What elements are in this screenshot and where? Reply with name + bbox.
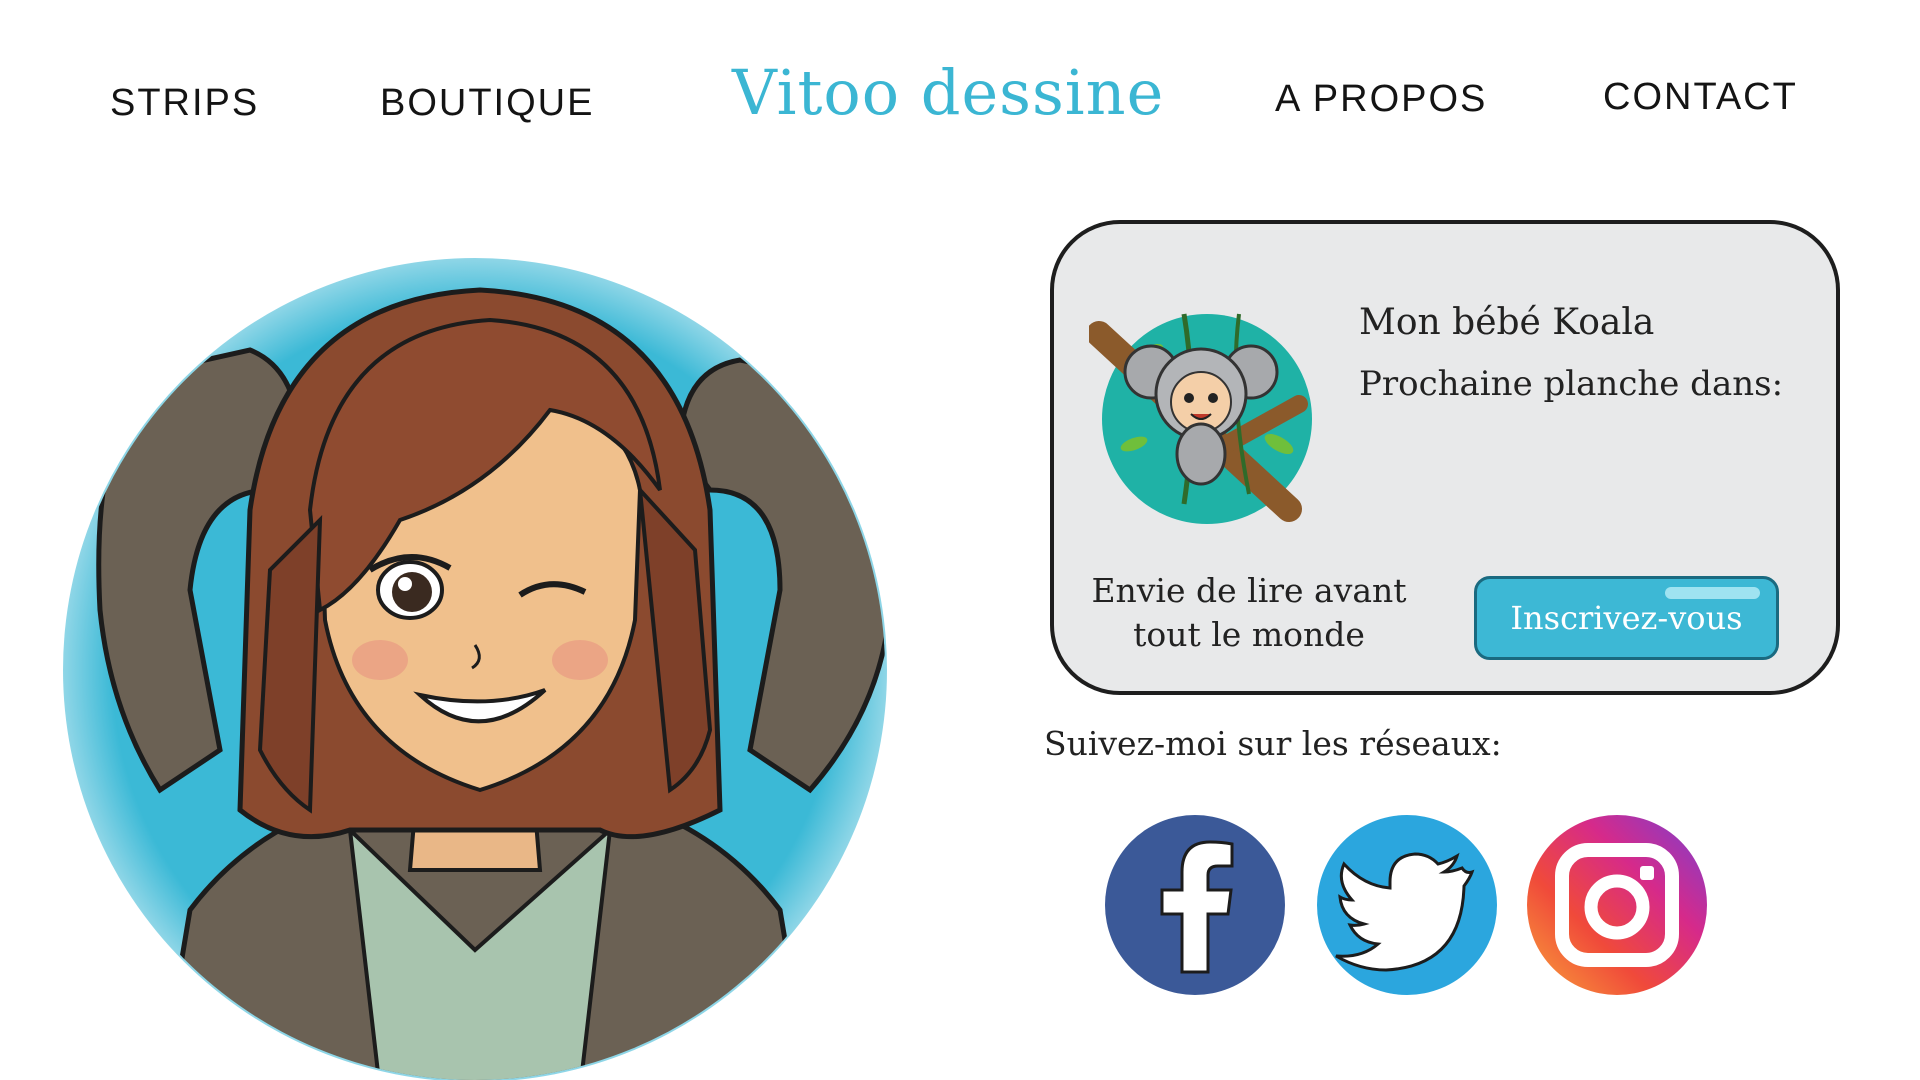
countdown-label: Prochaine planche dans: bbox=[1359, 364, 1784, 404]
koala-strip-icon[interactable] bbox=[1089, 294, 1319, 534]
button-highlight bbox=[1665, 587, 1760, 599]
subscribe-button[interactable]: Inscrivez-vous bbox=[1474, 576, 1779, 660]
strip-title: Mon bébé Koala bbox=[1359, 302, 1655, 343]
early-access-text: Envie de lire avant tout le monde bbox=[1084, 569, 1414, 657]
nav-contact[interactable]: CONTACT bbox=[1603, 76, 1798, 119]
nav-strips[interactable]: STRIPS bbox=[110, 82, 259, 125]
early-access-line-1: Envie de lire avant bbox=[1091, 571, 1407, 610]
facebook-icon[interactable] bbox=[1100, 810, 1290, 1000]
nav-boutique[interactable]: BOUTIQUE bbox=[380, 82, 594, 125]
twitter-icon[interactable] bbox=[1312, 810, 1502, 1000]
hero-illustration bbox=[63, 258, 887, 1080]
subscribe-button-label: Inscrivez-vous bbox=[1510, 599, 1743, 637]
social-heading: Suivez-moi sur les réseaux: bbox=[1044, 724, 1502, 763]
newsletter-card: Mon bébé Koala Prochaine planche dans: E… bbox=[1050, 220, 1840, 695]
early-access-line-2: tout le monde bbox=[1133, 615, 1365, 654]
nav-a-propos[interactable]: A PROPOS bbox=[1275, 78, 1487, 121]
instagram-icon[interactable] bbox=[1522, 810, 1712, 1000]
site-logo[interactable]: Vitoo dessine bbox=[732, 56, 1164, 129]
